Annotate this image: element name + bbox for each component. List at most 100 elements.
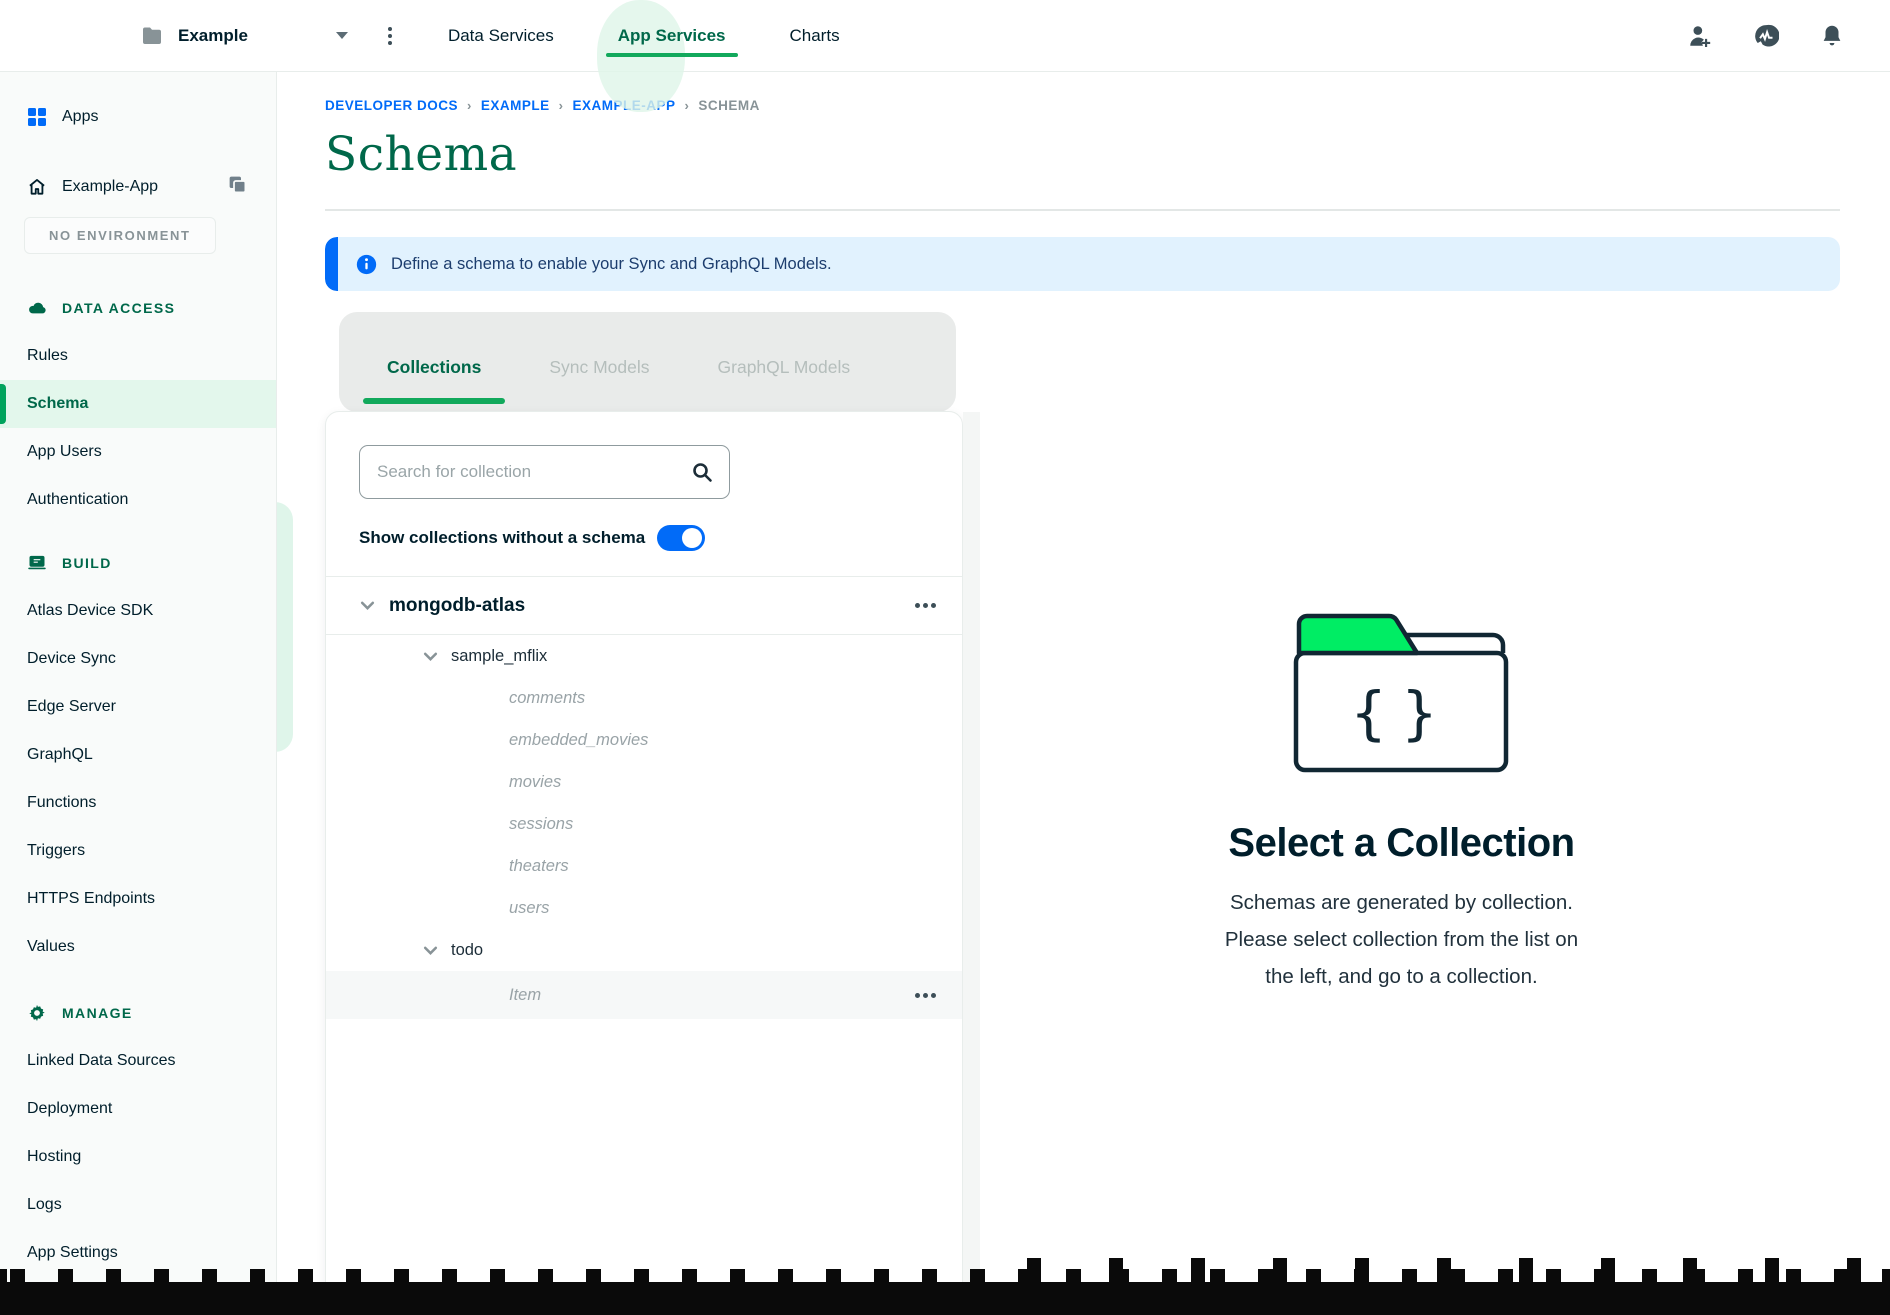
- tab-data-services[interactable]: Data Services: [448, 0, 554, 71]
- breadcrumb-separator: ›: [467, 98, 472, 113]
- tree-row-datasource[interactable]: mongodb-atlas: [326, 577, 962, 635]
- sidebar-item-atlas-device-sdk[interactable]: Atlas Device SDK: [0, 587, 276, 635]
- copy-app-id-button[interactable]: [227, 174, 248, 200]
- tab-charts[interactable]: Charts: [790, 0, 840, 71]
- gear-icon: [27, 1003, 47, 1023]
- app-sidebar: Apps Example-App NO ENVIRONMENT: [0, 72, 277, 1315]
- tree-row-collection[interactable]: comments: [326, 677, 962, 719]
- sidebar-item-apps[interactable]: Apps: [0, 93, 276, 141]
- sidebar-item-deployment[interactable]: Deployment: [0, 1085, 276, 1133]
- schema-tabs: Collections Sync Models GraphQL Models: [339, 312, 956, 412]
- sidebar-item-https-endpoints[interactable]: HTTPS Endpoints: [0, 875, 276, 923]
- breadcrumb-separator: ›: [685, 98, 690, 113]
- search-icon[interactable]: [690, 460, 714, 484]
- sidebar-item-device-sync[interactable]: Device Sync: [0, 635, 276, 683]
- laptop-icon: [27, 553, 47, 573]
- tree-row-collection[interactable]: users: [326, 887, 962, 929]
- collection-search: [359, 445, 730, 499]
- collections-tree: mongodb-atlas sample_mflix comments embe…: [326, 577, 962, 1019]
- sidebar-item-edge-server[interactable]: Edge Server: [0, 683, 276, 731]
- sidebar-item-values[interactable]: Values: [0, 923, 276, 971]
- info-banner: Define a schema to enable your Sync and …: [325, 237, 1840, 291]
- chevron-down-icon[interactable]: [422, 648, 439, 665]
- tree-row-collection[interactable]: movies: [326, 761, 962, 803]
- kebab-menu-icon[interactable]: [384, 23, 396, 49]
- panel-scrollbar-gutter[interactable]: [963, 412, 980, 1293]
- current-app-name: Example-App: [62, 178, 158, 196]
- chevron-down-icon[interactable]: [422, 942, 439, 959]
- tab-collections[interactable]: Collections: [379, 357, 489, 378]
- empty-state-title: Select a Collection: [1228, 821, 1574, 866]
- project-folder-icon: [140, 24, 164, 48]
- collection-folder-icon: {}: [1288, 609, 1514, 775]
- page-title: Schema: [325, 127, 1840, 182]
- svg-text:{}: {}: [1351, 679, 1453, 747]
- apps-label: Apps: [62, 108, 98, 126]
- tree-row-collection[interactable]: theaters: [326, 845, 962, 887]
- empty-state-description: Schemas are generated by collection. Ple…: [1225, 884, 1578, 995]
- sidebar-item-schema[interactable]: Schema: [0, 380, 276, 428]
- sidebar-section-build: BUILD: [0, 539, 276, 587]
- sidebar-item-graphql[interactable]: GraphQL: [0, 731, 276, 779]
- toggle-label: Show collections without a schema: [359, 528, 645, 548]
- empty-state: {} Select a Collection Schemas are gener…: [1225, 609, 1578, 995]
- sidebar-item-current-app[interactable]: Example-App: [0, 163, 276, 211]
- empty-state-line: Schemas are generated by collection.: [1225, 884, 1578, 921]
- show-collections-toggle[interactable]: [657, 525, 705, 551]
- empty-state-line: Please select collection from the list o…: [1225, 921, 1578, 958]
- collections-panel: Show collections without a schema mongod…: [325, 411, 963, 1294]
- breadcrumb-schema: SCHEMA: [698, 98, 760, 113]
- top-nav: Data Services App Services Charts: [448, 0, 840, 71]
- project-name[interactable]: Example: [178, 26, 248, 46]
- sidebar-item-functions[interactable]: Functions: [0, 779, 276, 827]
- sidebar-item-rules[interactable]: Rules: [0, 332, 276, 380]
- sidebar-item-hosting[interactable]: Hosting: [0, 1133, 276, 1181]
- sidebar-item-triggers[interactable]: Triggers: [0, 827, 276, 875]
- tree-row-collection-hovered[interactable]: Item: [326, 971, 962, 1019]
- topbar-icons: [1687, 23, 1845, 49]
- sidebar-item-logs[interactable]: Logs: [0, 1181, 276, 1229]
- notifications-bell-icon[interactable]: [1819, 23, 1845, 49]
- collection-name: Item: [509, 986, 541, 1005]
- tab-graphql-models[interactable]: GraphQL Models: [710, 357, 859, 378]
- environment-badge[interactable]: NO ENVIRONMENT: [24, 217, 216, 254]
- tab-sync-models[interactable]: Sync Models: [541, 357, 657, 378]
- tree-row-database[interactable]: todo: [326, 929, 962, 971]
- sidebar-item-authentication[interactable]: Authentication: [0, 476, 276, 524]
- chevron-down-icon[interactable]: [359, 597, 376, 614]
- ellipsis-menu-button[interactable]: [913, 597, 938, 614]
- empty-state-line: the left, and go to a collection.: [1225, 958, 1578, 995]
- invite-user-icon[interactable]: [1687, 23, 1713, 49]
- tree-row-collection[interactable]: sessions: [326, 803, 962, 845]
- show-collections-toggle-row: Show collections without a schema: [359, 525, 962, 551]
- breadcrumb-example[interactable]: EXAMPLE: [481, 98, 550, 113]
- activity-icon[interactable]: [1753, 23, 1779, 49]
- sidebar-section-manage: MANAGE: [0, 989, 276, 1037]
- sidebar-item-linked-data-sources[interactable]: Linked Data Sources: [0, 1037, 276, 1085]
- tab-app-services[interactable]: App Services: [618, 0, 726, 71]
- breadcrumb-developer-docs[interactable]: DEVELOPER DOCS: [325, 98, 458, 113]
- app-services-schema-page: Example Data Services App Services Chart…: [0, 0, 1890, 1315]
- info-banner-text: Define a schema to enable your Sync and …: [391, 255, 832, 274]
- breadcrumb: DEVELOPER DOCS › EXAMPLE › EXAMPLE-APP ›…: [325, 98, 1840, 113]
- top-navigation-bar: Example Data Services App Services Chart…: [0, 0, 1890, 72]
- info-icon: [356, 254, 377, 275]
- database-name: sample_mflix: [451, 647, 547, 666]
- ellipsis-menu-button[interactable]: [913, 987, 938, 1004]
- title-divider: [325, 209, 1840, 211]
- database-name: todo: [451, 941, 483, 960]
- breadcrumb-separator: ›: [559, 98, 564, 113]
- home-icon: [27, 177, 47, 197]
- search-input[interactable]: [359, 445, 730, 499]
- datasource-name: mongodb-atlas: [389, 595, 525, 617]
- sidebar-item-app-users[interactable]: App Users: [0, 428, 276, 476]
- apps-grid-icon: [27, 107, 47, 127]
- copy-icon: [227, 174, 248, 195]
- project-caret-down-icon[interactable]: [336, 32, 348, 39]
- sidebar-section-data-access: DATA ACCESS: [0, 284, 276, 332]
- schema-detail-area: {} Select a Collection Schemas are gener…: [963, 411, 1840, 1294]
- tree-row-database[interactable]: sample_mflix: [326, 635, 962, 677]
- cloud-icon: [27, 298, 47, 318]
- tree-row-collection[interactable]: embedded_movies: [326, 719, 962, 761]
- main-content: DEVELOPER DOCS › EXAMPLE › EXAMPLE-APP ›…: [277, 72, 1890, 1315]
